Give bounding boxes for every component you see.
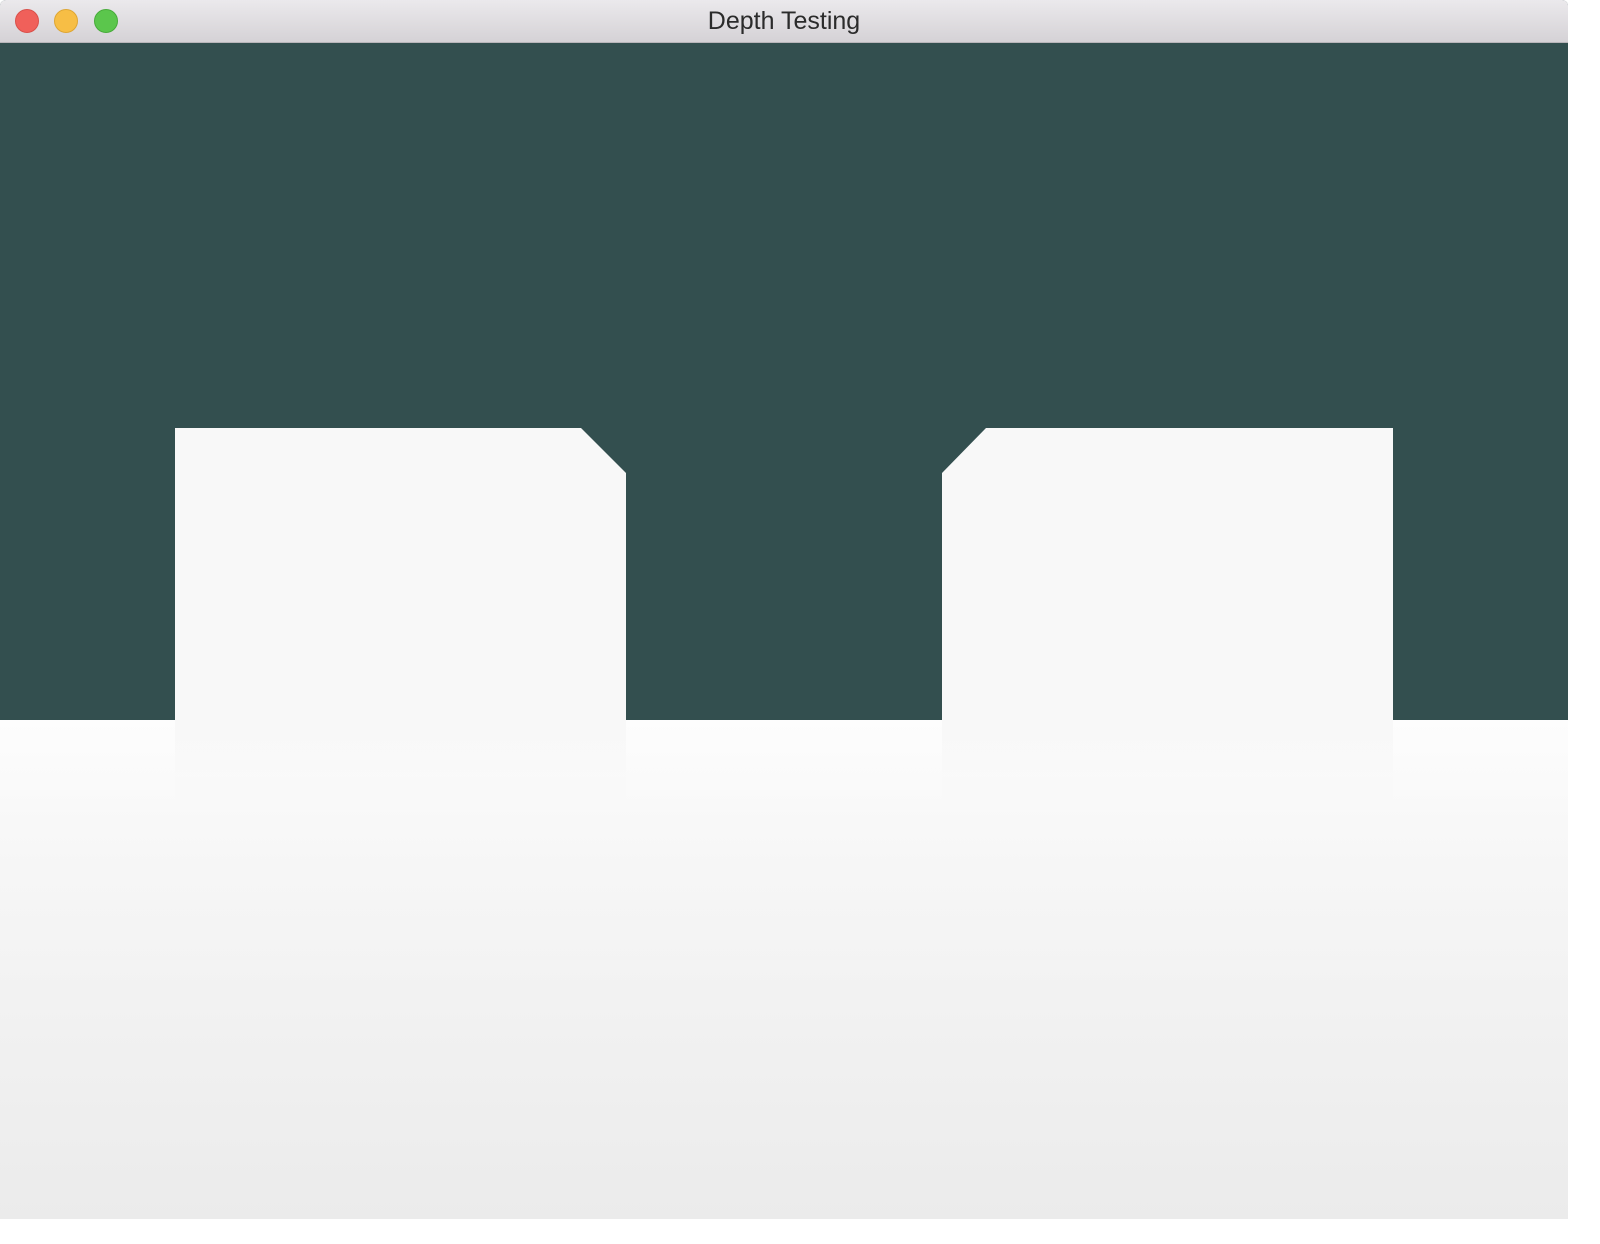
cube-left [175,428,626,828]
app-window: Depth Testing [0,0,1568,1219]
window-title: Depth Testing [707,7,861,35]
titlebar[interactable]: Depth Testing [0,0,1568,43]
cube-right [942,428,1393,828]
render-viewport[interactable] [0,43,1568,1219]
